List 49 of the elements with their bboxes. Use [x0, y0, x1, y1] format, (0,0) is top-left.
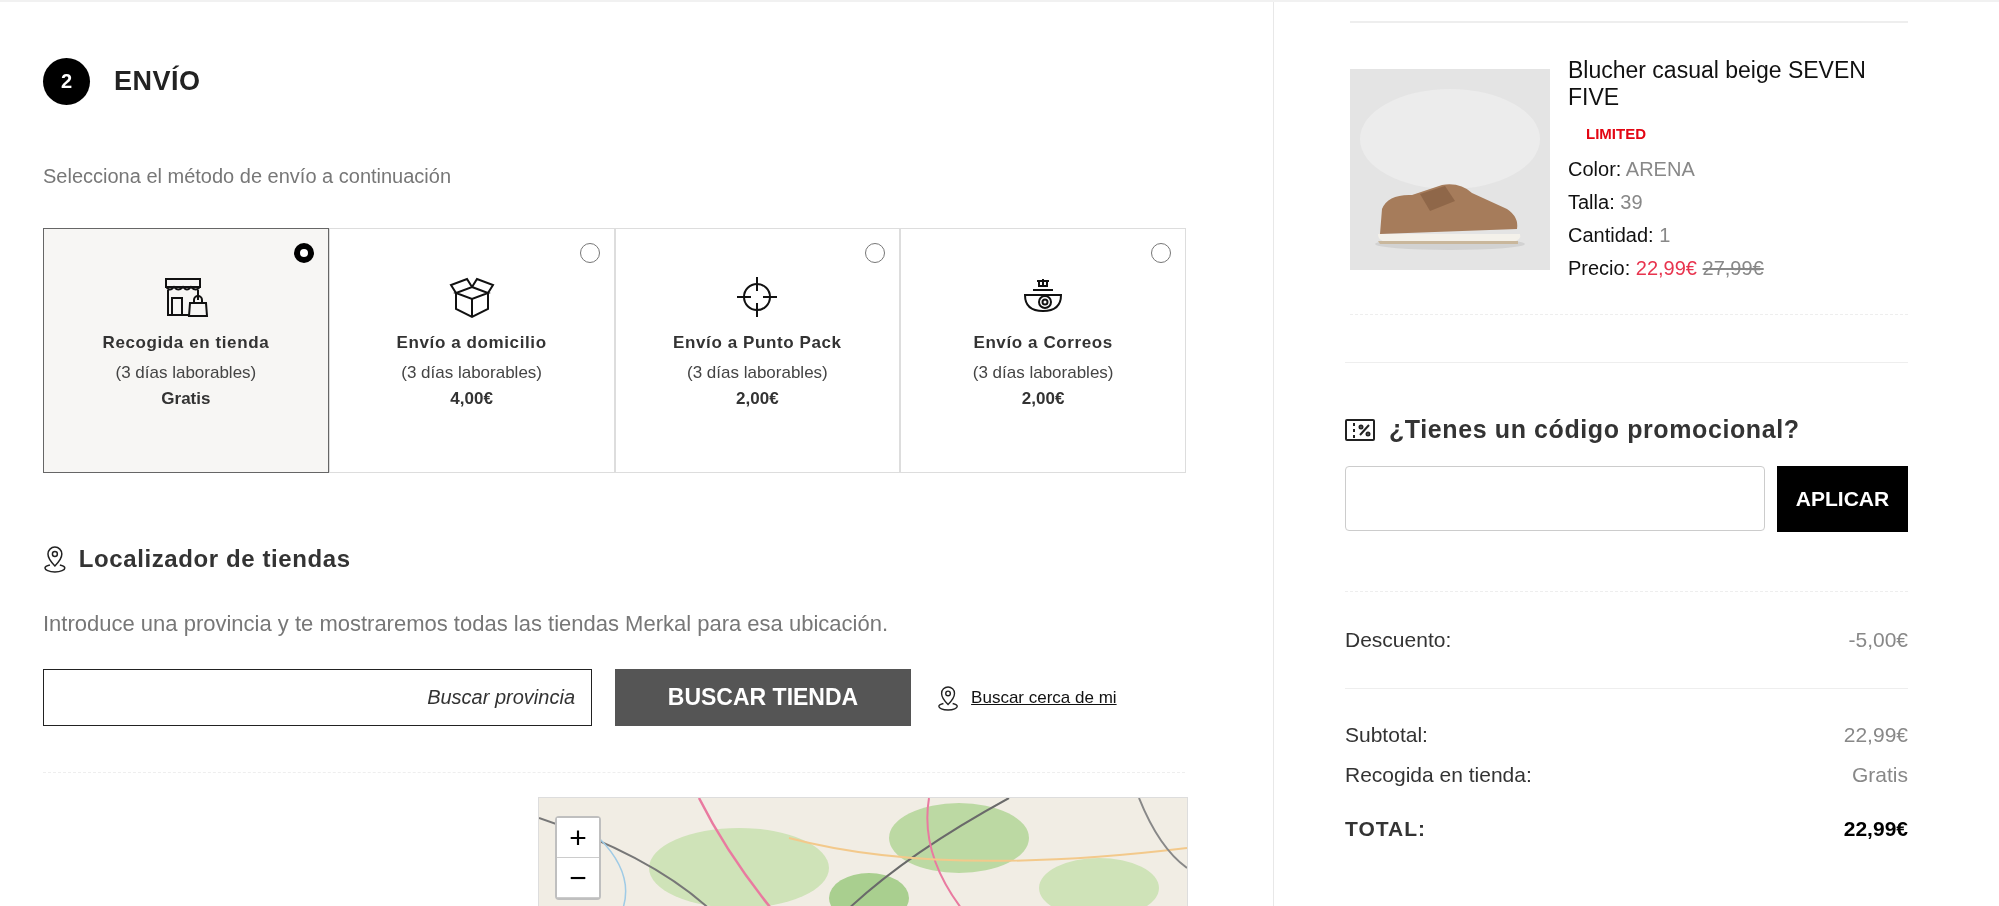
shipping-option[interactable]: Envío a domicilio (3 días laborables) 4,00€ — [328, 228, 615, 473]
product-attribute: Color: ARENA — [1568, 158, 1696, 181]
option-price: 2,00€ — [1021, 389, 1065, 409]
product-attribute: Cantidad: 1 — [1568, 224, 1672, 247]
near-me-link[interactable]: Buscar cerca de mi — [971, 687, 1117, 708]
limited-label: LIMITED — [1586, 125, 1647, 142]
step-number: 2 — [43, 58, 90, 105]
total-value: 22,99€ — [1843, 817, 1908, 841]
section-title: ENVÍO — [114, 66, 201, 97]
locator-description: Introduce una provincia y te mostraremos todas las tiendas Merkal para esa ubicación. — [43, 611, 889, 637]
discount-label: Descuento: — [1345, 628, 1452, 652]
shipping-option[interactable]: Recogida en tienda (3 días laborables) Gratis — [43, 228, 329, 473]
option-days: (3 días laborables) — [972, 363, 1114, 383]
summary-label: Recogida en tienda: — [1345, 763, 1532, 787]
option-name: Envío a Punto Pack — [673, 333, 842, 353]
shipping-option[interactable]: Envío a Correos (3 días laborables) 2,00€ — [900, 228, 1186, 473]
apply-button[interactable]: APLICAR — [1777, 466, 1908, 532]
coupon-icon — [1345, 418, 1375, 441]
option-days: (3 días laborables) — [686, 363, 828, 383]
shipping-option[interactable]: Envío a Punto Pack (3 días laborables) 2,00€ — [614, 228, 901, 473]
discount-value: -5,00€ — [1848, 628, 1908, 652]
search-store-button[interactable]: BUSCAR TIENDA — [615, 669, 911, 726]
location-pin-icon — [43, 545, 67, 573]
product-attribute: Talla: 39 — [1568, 191, 1644, 214]
product-title: Blucher casual beige SEVEN FIVE — [1568, 57, 1867, 111]
locator-title: Localizador de tiendas — [78, 545, 351, 573]
radio-button[interactable] — [1151, 243, 1171, 263]
option-price: 4,00€ — [450, 389, 493, 409]
total-label: TOTAL: — [1345, 817, 1427, 841]
location-pin-icon — [937, 684, 960, 711]
option-days: (3 días laborables) — [115, 363, 257, 383]
option-name: Envío a Correos — [973, 333, 1113, 353]
option-name: Envío a domicilio — [396, 333, 547, 353]
radio-button[interactable] — [293, 243, 314, 263]
option-days: (3 días laborables) — [401, 363, 543, 383]
radio-button[interactable] — [579, 243, 600, 263]
promo-code-field[interactable] — [1345, 466, 1765, 531]
option-price: 2,00€ — [736, 389, 779, 409]
province-search-field[interactable]: Buscar provincia — [43, 669, 592, 726]
summary-value: 22,99€ — [1843, 723, 1908, 747]
product-price: Precio: 22,99€ 27,99€ — [1568, 257, 1765, 280]
summary-label: Subtotal: — [1345, 723, 1428, 747]
summary-value: Gratis — [1852, 763, 1908, 787]
option-price: Gratis — [161, 389, 211, 409]
zoom-in-button[interactable]: + — [557, 818, 599, 858]
radio-button[interactable] — [865, 243, 886, 263]
instruction-text: Selecciona el método de envío a continuación — [43, 165, 453, 188]
option-name: Recogida en tienda — [102, 333, 270, 353]
promo-title: ¿Tienes un código promocional? — [1389, 415, 1800, 444]
